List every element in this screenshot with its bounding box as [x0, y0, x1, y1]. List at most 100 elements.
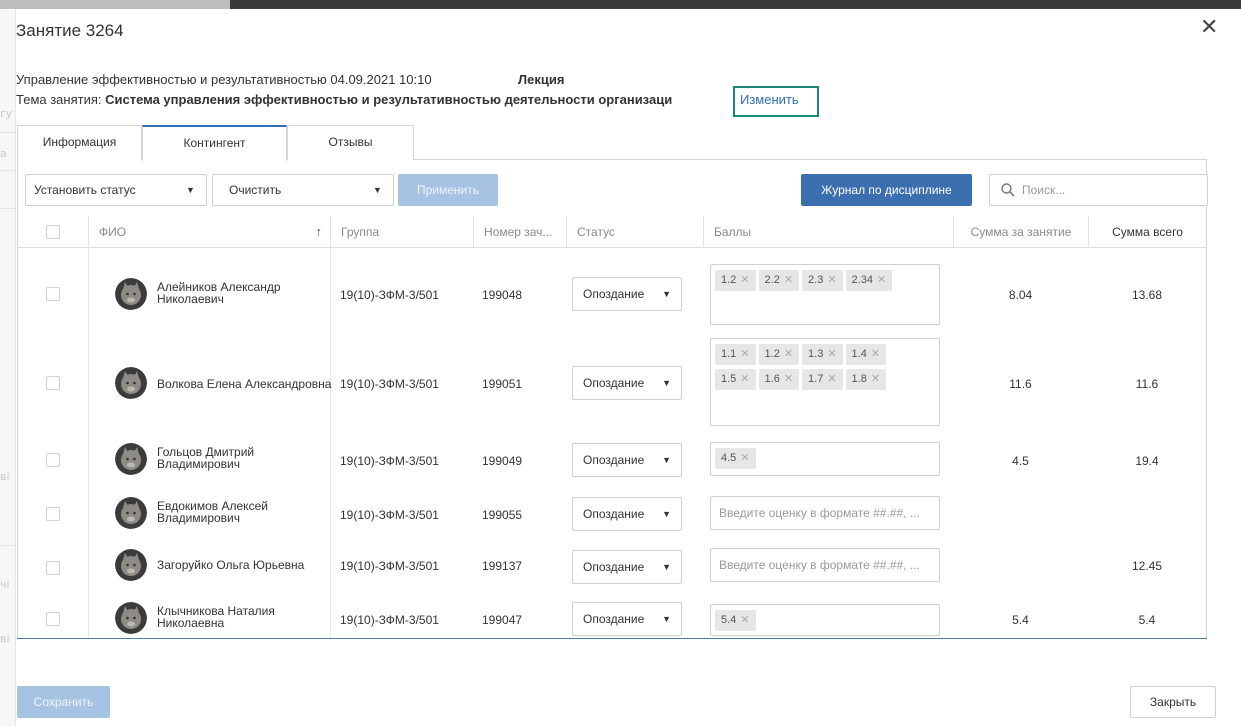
- score-chip[interactable]: 1.2 ✕: [715, 270, 756, 291]
- score-value: 1.6: [764, 373, 780, 385]
- set-status-select[interactable]: Установить статус ▼: [25, 174, 207, 206]
- student-name: Евдокимов Алексей Владимирович: [157, 500, 268, 524]
- search-icon: [1001, 183, 1015, 197]
- score-value: 4.5: [721, 452, 737, 464]
- row-checkbox[interactable]: [46, 612, 60, 626]
- score-placeholder: Введите оценку в формате ##.##, ...: [719, 558, 920, 572]
- score-chip[interactable]: 1.5 ✕: [715, 369, 756, 390]
- score-chip[interactable]: 1.3 ✕: [802, 344, 843, 365]
- discipline-journal-button[interactable]: Журнал по дисциплине: [801, 174, 972, 206]
- remove-icon[interactable]: ✕: [740, 373, 749, 385]
- tab-contingent[interactable]: Контингент: [142, 125, 287, 161]
- score-chip[interactable]: 1.2 ✕: [758, 344, 800, 365]
- score-input[interactable]: 1.1 ✕ 1.2 ✕ 1.3 ✕ 1.4 ✕ 1.5 ✕ 1.6 ✕ 1.7 ✕ 1.8 ✕: [710, 338, 940, 426]
- status-value: Опоздание: [583, 376, 645, 390]
- chevron-down-icon: ▼: [662, 378, 671, 388]
- status-value: Опоздание: [583, 453, 645, 467]
- remove-icon[interactable]: ✕: [871, 348, 880, 360]
- status-select[interactable]: Опоздание ▼: [572, 497, 682, 531]
- tab-information[interactable]: Информация: [17, 125, 142, 160]
- lesson-subject-datetime: Управление эффективностью и результативн…: [16, 72, 432, 87]
- background-text-fragment: ві: [0, 470, 10, 483]
- score-chip[interactable]: 1.8 ✕: [845, 369, 887, 390]
- score-chip[interactable]: 2.34 ✕: [845, 270, 893, 291]
- table-row[interactable]: Загоруйко Ольга Юрьевна 19(10)-ЗФМ-3/501…: [18, 544, 1206, 594]
- remove-icon[interactable]: ✕: [877, 274, 886, 286]
- chevron-down-icon: ▼: [186, 185, 195, 195]
- remove-icon[interactable]: ✕: [871, 373, 880, 385]
- remove-icon[interactable]: ✕: [827, 274, 836, 286]
- save-button[interactable]: Сохранить: [17, 686, 110, 718]
- score-value: 1.5: [721, 373, 737, 385]
- status-select[interactable]: Опоздание ▼: [572, 443, 682, 477]
- score-input[interactable]: 1.2 ✕ 2.2 ✕ 2.3 ✕ 2.34 ✕: [710, 264, 940, 325]
- total-sum-cell: 13.68: [1131, 288, 1163, 302]
- group-cell: 19(10)-ЗФМ-3/501: [340, 508, 439, 522]
- search-input[interactable]: Поиск...: [989, 174, 1208, 206]
- score-chip[interactable]: 1.7 ✕: [802, 369, 843, 390]
- record-number-cell: 199137: [482, 559, 523, 573]
- column-header-lesson-sum[interactable]: Сумма за занятие: [953, 216, 1088, 248]
- score-chip[interactable]: 2.3 ✕: [802, 270, 843, 291]
- column-header-status[interactable]: Статус: [566, 216, 703, 248]
- remove-icon[interactable]: ✕: [740, 348, 749, 360]
- chevron-down-icon: ▼: [662, 614, 671, 624]
- status-select[interactable]: Опоздание ▼: [572, 366, 682, 400]
- column-header-total-sum[interactable]: Сумма всего: [1088, 216, 1206, 248]
- score-value: 1.1: [721, 348, 737, 360]
- score-chip[interactable]: 5.4 ✕: [715, 610, 756, 631]
- close-button[interactable]: Закрыть: [1130, 686, 1216, 718]
- remove-icon[interactable]: ✕: [740, 614, 749, 626]
- row-checkbox[interactable]: [46, 453, 60, 467]
- remove-icon[interactable]: ✕: [740, 274, 749, 286]
- close-icon[interactable]: ✕: [1200, 16, 1218, 38]
- remove-icon[interactable]: ✕: [784, 274, 793, 286]
- background-text-fragment: чі: [0, 578, 10, 591]
- table-row[interactable]: Алейников Александр Николаевич 19(10)-ЗФ…: [18, 250, 1206, 340]
- row-checkbox[interactable]: [46, 287, 60, 301]
- column-header-group[interactable]: Группа: [330, 216, 473, 248]
- column-header-record-number[interactable]: Номер зач...: [473, 216, 566, 248]
- score-input[interactable]: 5.4 ✕: [710, 604, 940, 636]
- remove-icon[interactable]: ✕: [784, 373, 793, 385]
- row-checkbox[interactable]: [46, 507, 60, 521]
- remove-icon[interactable]: ✕: [827, 373, 836, 385]
- status-select[interactable]: Опоздание ▼: [572, 550, 682, 584]
- chevron-down-icon: ▼: [662, 509, 671, 519]
- score-input[interactable]: 4.5 ✕: [710, 442, 940, 476]
- column-header-fio[interactable]: ФИО ↑: [88, 216, 330, 248]
- change-topic-link[interactable]: Изменить: [740, 92, 799, 107]
- chevron-down-icon: ▼: [373, 185, 382, 195]
- row-checkbox[interactable]: [46, 376, 60, 390]
- score-placeholder: Введите оценку в формате ##.##, ...: [719, 506, 920, 520]
- score-chip[interactable]: 1.4 ✕: [845, 344, 887, 365]
- table-row[interactable]: Клычникова Наталия Николаевна 19(10)-ЗФМ…: [18, 596, 1206, 638]
- score-input[interactable]: Введите оценку в формате ##.##, ...: [710, 548, 940, 582]
- status-select[interactable]: Опоздание ▼: [572, 277, 682, 311]
- apply-button[interactable]: Применить: [398, 174, 498, 206]
- column-header-scores[interactable]: Баллы: [703, 216, 953, 248]
- score-value: 2.34: [851, 274, 873, 286]
- tab-bar: Информация Контингент Отзывы: [17, 125, 1207, 161]
- table-row[interactable]: Гольцов Дмитрий Владимирович 19(10)-ЗФМ-…: [18, 436, 1206, 486]
- score-chip[interactable]: 1.6 ✕: [758, 369, 800, 390]
- score-input[interactable]: Введите оценку в формате ##.##, ...: [710, 496, 940, 530]
- group-cell: 19(10)-ЗФМ-3/501: [340, 288, 439, 302]
- sort-ascending-icon[interactable]: ↑: [316, 216, 323, 248]
- row-checkbox[interactable]: [46, 561, 60, 575]
- remove-icon[interactable]: ✕: [784, 348, 793, 360]
- record-number-cell: 199047: [482, 613, 523, 627]
- tab-reviews[interactable]: Отзывы: [287, 125, 414, 160]
- lesson-type: Лекция: [518, 72, 565, 87]
- lesson-sum-cell: 11.6: [1009, 377, 1032, 391]
- score-chip[interactable]: 2.2 ✕: [758, 270, 800, 291]
- table-row[interactable]: Евдокимов Алексей Владимирович 19(10)-ЗФ…: [18, 490, 1206, 540]
- status-select[interactable]: Опоздание ▼: [572, 602, 682, 636]
- score-chip[interactable]: 4.5 ✕: [715, 448, 756, 469]
- table-row[interactable]: Волкова Елена Александровна 19(10)-ЗФМ-3…: [18, 336, 1206, 436]
- remove-icon[interactable]: ✕: [827, 348, 836, 360]
- score-chip[interactable]: 1.1 ✕: [715, 344, 756, 365]
- select-all-checkbox[interactable]: [46, 225, 60, 239]
- remove-icon[interactable]: ✕: [740, 452, 749, 464]
- clear-select[interactable]: Очистить ▼: [212, 174, 394, 206]
